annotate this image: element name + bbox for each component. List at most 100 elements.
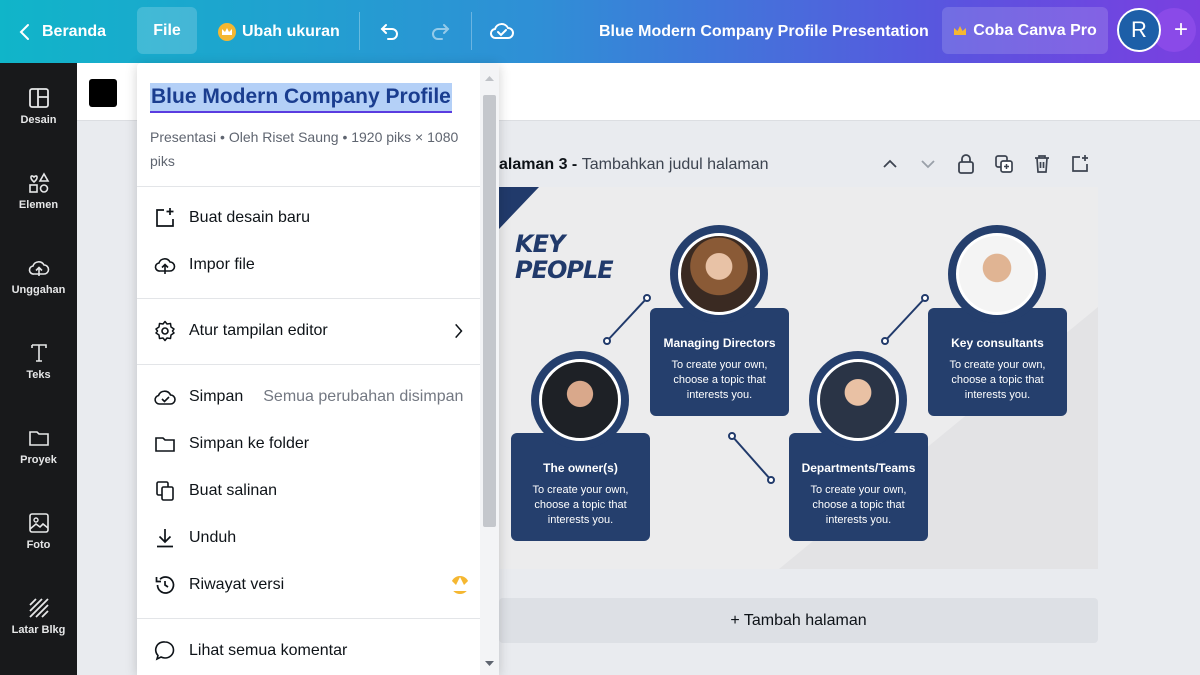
scroll-thumb[interactable]	[483, 95, 496, 527]
lock-icon[interactable]	[956, 152, 976, 176]
try-canva-pro-button[interactable]: Coba Canva Pro	[942, 7, 1108, 54]
divider	[137, 364, 480, 365]
menu-item-save[interactable]: Simpan Semua perubahan disimpan	[153, 377, 469, 417]
sidebar-item-text[interactable]: Teks	[0, 326, 77, 396]
menu-item-save-to-folder[interactable]: Simpan ke folder	[153, 424, 469, 464]
menu-scrollbar[interactable]	[480, 63, 499, 675]
redo-icon[interactable]	[425, 16, 455, 46]
sidebar-item-uploads[interactable]: Unggahan	[0, 241, 77, 311]
chevron-up-icon[interactable]	[880, 152, 900, 176]
page-tools	[880, 152, 1090, 178]
scroll-down-icon[interactable]	[480, 657, 499, 671]
divider	[137, 186, 480, 187]
sidebar-item-label: Latar Blkg	[11, 624, 66, 636]
background-pattern-icon	[28, 598, 49, 618]
chevron-left-icon	[19, 23, 29, 40]
sidebar-item-label: Unggahan	[11, 284, 66, 296]
cloud-upload-icon	[28, 261, 49, 276]
slide-heading[interactable]: KEY PEOPLE	[515, 231, 614, 284]
sidebar-item-background[interactable]: Latar Blkg	[0, 581, 77, 651]
menu-item-label: Impor file	[189, 256, 255, 273]
resize-button[interactable]: Ubah ukuran	[218, 0, 340, 63]
person-card[interactable]: Managing Directors To create your own, c…	[650, 308, 789, 416]
left-sidebar: Desain Elemen Unggahan Teks Proyek Foto …	[0, 63, 77, 675]
save-status: Semua perubahan disimpan	[263, 388, 464, 405]
design-meta: Presentasi • Oleh Riset Saung • 1920 pik…	[150, 129, 459, 169]
file-menu-dropdown: Blue Modern Company Profile Presentasi •…	[137, 63, 499, 675]
file-menu-button[interactable]: File	[137, 7, 197, 54]
portrait-image	[539, 359, 621, 441]
scroll-up-icon[interactable]	[480, 71, 499, 85]
sidebar-item-design[interactable]: Desain	[0, 71, 77, 141]
person-photo[interactable]	[948, 225, 1046, 323]
separator	[471, 12, 472, 50]
document-title[interactable]: Blue Modern Company Profile Presentation	[599, 0, 929, 63]
portrait-image	[956, 233, 1038, 315]
menu-item-new-design[interactable]: Buat desain baru	[153, 198, 469, 238]
resize-label: Ubah ukuran	[242, 22, 340, 40]
sidebar-item-photos[interactable]: Foto	[0, 496, 77, 566]
heading-line: PEOPLE	[515, 256, 614, 284]
person-card[interactable]: Key consultants To create your own, choo…	[928, 308, 1067, 416]
crown-icon	[218, 22, 236, 41]
crown-icon	[450, 576, 470, 594]
layout-icon	[28, 88, 49, 108]
add-page-icon[interactable]	[1070, 152, 1090, 176]
sidebar-item-elements[interactable]: Elemen	[0, 156, 77, 226]
card-description: To create your own, choose a topic that …	[671, 359, 768, 401]
portrait-image	[817, 359, 899, 441]
slide-canvas[interactable]: KEY PEOPLE Managing Directors To create …	[499, 187, 1098, 569]
avatar-initial: R	[1131, 17, 1147, 42]
plus-icon: +	[1173, 16, 1188, 43]
person-card[interactable]: Departments/Teams To create your own, ch…	[789, 433, 928, 541]
folder-icon	[155, 437, 175, 452]
sidebar-item-label: Elemen	[18, 199, 59, 211]
menu-item-version-history[interactable]: Riwayat versi	[153, 565, 470, 605]
person-card[interactable]: The owner(s) To create your own, choose …	[511, 433, 650, 541]
sidebar-item-label: Teks	[26, 369, 51, 381]
person-photo[interactable]	[531, 351, 629, 449]
menu-item-editor-view-settings[interactable]: Atur tampilan editor	[153, 311, 469, 351]
card-description: To create your own, choose a topic that …	[532, 484, 629, 526]
divider	[137, 298, 480, 299]
gear-icon	[155, 320, 175, 342]
card-title: Managing Directors	[663, 336, 776, 350]
image-icon	[28, 513, 49, 533]
sidebar-item-projects[interactable]: Proyek	[0, 411, 77, 481]
divider	[137, 618, 480, 619]
trash-icon[interactable]	[1032, 152, 1052, 176]
card-title: Key consultants	[951, 336, 1044, 350]
back-to-home-button[interactable]: Beranda	[18, 0, 106, 63]
top-bar: Beranda File Ubah ukuran Blue Modern Com…	[0, 0, 1200, 63]
avatar[interactable]: R	[1117, 8, 1161, 52]
cloud-saved-icon	[154, 390, 176, 405]
cloud-saved-icon[interactable]	[487, 16, 517, 46]
menu-item-import-file[interactable]: Impor file	[153, 245, 469, 285]
design-title-input[interactable]: Blue Modern Company Profile	[150, 83, 452, 113]
menu-item-label: Lihat semua komentar	[189, 642, 348, 659]
download-icon	[157, 529, 173, 548]
menu-item-label: Buat salinan	[189, 482, 278, 499]
back-label: Beranda	[42, 22, 107, 40]
chevron-down-icon[interactable]	[918, 152, 938, 176]
menu-item-download[interactable]: Unduh	[153, 518, 469, 558]
page-number: alaman 3 -	[499, 156, 578, 173]
menu-item-label: Riwayat versi	[189, 576, 285, 593]
add-page-button[interactable]: + Tambah halaman	[499, 598, 1098, 643]
person-photo[interactable]	[670, 225, 768, 323]
menu-item-label: Simpan ke folder	[189, 435, 310, 452]
card-title: The owner(s)	[543, 461, 618, 475]
menu-item-view-all-comments[interactable]: Lihat semua komentar	[153, 631, 469, 671]
menu-item-make-copy[interactable]: Buat salinan	[153, 471, 469, 511]
duplicate-page-icon[interactable]	[994, 152, 1014, 176]
add-page-icon	[156, 208, 174, 227]
text-color-swatch[interactable]	[89, 79, 117, 107]
undo-icon[interactable]	[375, 16, 405, 46]
crown-icon	[954, 25, 967, 35]
card-description: To create your own, choose a topic that …	[949, 359, 1046, 401]
text-icon	[30, 344, 47, 362]
person-photo[interactable]	[809, 351, 907, 449]
copy-icon	[156, 481, 174, 501]
page-title-input[interactable]: Tambahkan judul halaman	[582, 156, 769, 174]
sidebar-item-label: Proyek	[20, 454, 57, 466]
